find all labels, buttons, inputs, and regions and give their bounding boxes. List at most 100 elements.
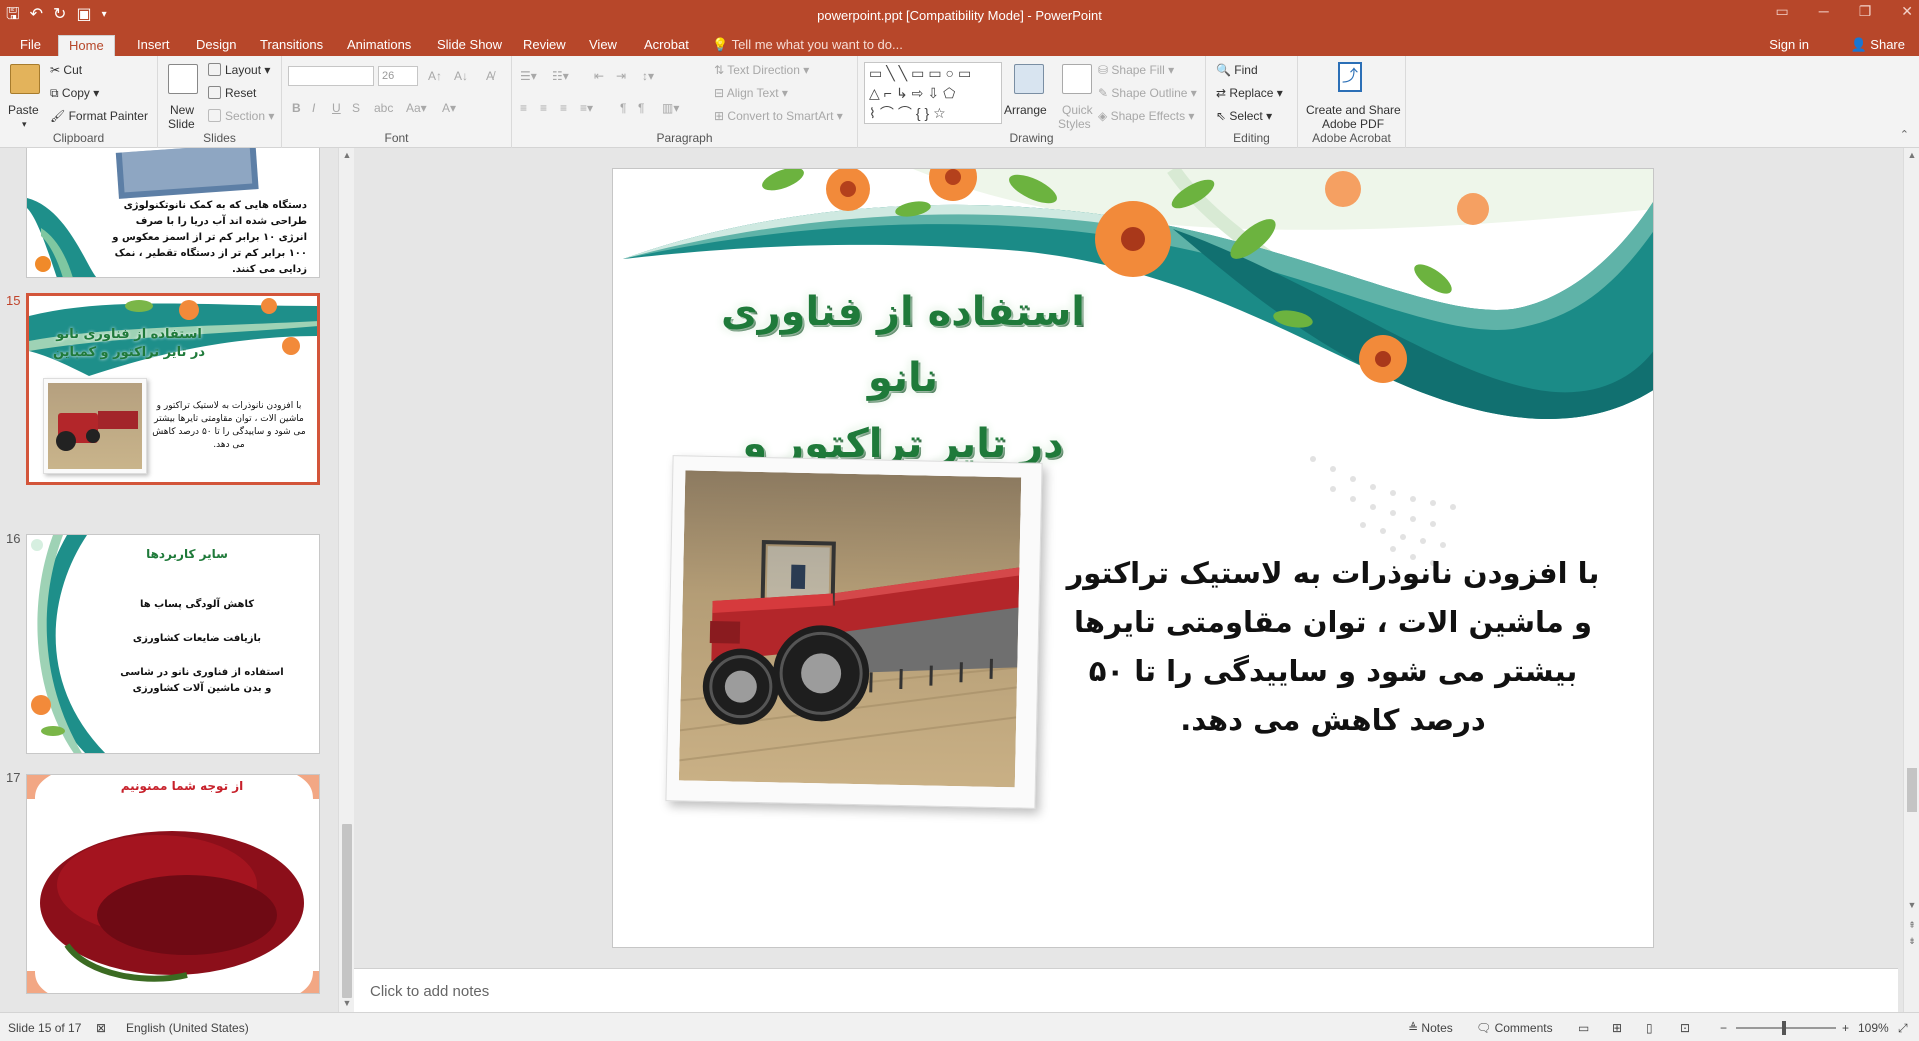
cut-button[interactable]: ✂ Cut — [50, 62, 82, 78]
tab-animations[interactable]: Animations — [337, 35, 421, 56]
thumbnails-scroll-thumb[interactable] — [342, 824, 352, 998]
slideshow-view-icon[interactable]: ⊡ — [1680, 1021, 1690, 1035]
slide-thumbnail-16[interactable]: سایر کاربردها کاهش آلودگی پساب ها بازیاف… — [26, 534, 320, 754]
section-icon — [208, 109, 221, 122]
comments-toggle[interactable]: 🗨 Comments — [1476, 1021, 1553, 1035]
text-direction-button[interactable]: ⇅ Text Direction ▾ — [714, 62, 809, 78]
bullets-icon[interactable]: ☰▾ — [520, 68, 537, 84]
copy-button[interactable]: ⧉ Copy ▾ — [50, 85, 99, 101]
grow-font-icon[interactable]: A↑ — [428, 68, 442, 84]
sign-in-link[interactable]: Sign in — [1769, 35, 1809, 54]
zoom-in-icon[interactable]: + — [1842, 1021, 1849, 1035]
paste-button[interactable]: Paste ▾ — [6, 62, 44, 130]
slide-thumbnail-17[interactable]: از توجه شما ممنونیم — [26, 774, 320, 994]
reading-view-icon[interactable]: ▯ — [1646, 1021, 1653, 1035]
fit-to-window-icon[interactable]: ⤢ — [1898, 1021, 1908, 1036]
numbering-icon[interactable]: ☷▾ — [552, 68, 569, 84]
new-slide-button[interactable]: New Slide — [164, 62, 200, 132]
select-button[interactable]: ⇖ Select ▾ — [1216, 108, 1272, 124]
slide-scrollbar[interactable]: ▲ ▼ ⇞ ⇟ — [1903, 148, 1919, 1012]
font-name-box[interactable] — [288, 66, 374, 86]
tab-design[interactable]: Design — [186, 35, 246, 56]
ltr-icon[interactable]: ¶ — [638, 100, 644, 116]
spelling-check-icon[interactable]: ⊠ — [96, 1021, 106, 1035]
shape-effects-button[interactable]: ◈ Shape Effects ▾ — [1098, 108, 1194, 124]
scroll-down-icon[interactable]: ▼ — [339, 998, 355, 1008]
slide-thumbnail-14[interactable]: دستگاه هایی که به کمک نانوتکنولوژی طراحی… — [26, 148, 320, 278]
shadow-button[interactable]: S — [352, 100, 360, 116]
clear-formatting-icon[interactable]: A̸ — [486, 68, 494, 84]
close-icon[interactable]: ✕ — [1901, 3, 1913, 20]
change-case-icon[interactable]: Aa▾ — [406, 100, 427, 116]
shrink-font-icon[interactable]: A↓ — [454, 68, 468, 84]
font-color-icon[interactable]: A▾ — [442, 100, 456, 116]
tab-review[interactable]: Review — [513, 35, 576, 56]
columns-icon[interactable]: ▥▾ — [662, 100, 679, 116]
slide-scroll-up-icon[interactable]: ▲ — [1904, 150, 1919, 160]
italic-button[interactable]: I — [312, 100, 315, 116]
section-button[interactable]: Section ▾ — [208, 108, 274, 124]
create-share-pdf-button[interactable]: ⤴ Create and Share Adobe PDF — [1298, 62, 1406, 132]
smartart-icon: ⊞ — [714, 109, 725, 123]
line-spacing-icon[interactable]: ↕▾ — [642, 68, 654, 84]
reset-button[interactable]: Reset — [208, 85, 256, 101]
tab-file[interactable]: File — [10, 35, 51, 56]
zoom-slider-thumb[interactable] — [1782, 1021, 1786, 1035]
decrease-indent-icon[interactable]: ⇤ — [594, 68, 604, 84]
zoom-out-icon[interactable]: − — [1720, 1021, 1727, 1035]
zoom-level[interactable]: 109% — [1858, 1021, 1889, 1035]
tab-home[interactable]: Home — [58, 35, 115, 56]
font-size-box[interactable]: 26 — [378, 66, 418, 86]
align-center-icon[interactable]: ≡ — [540, 100, 547, 116]
thumb15-title: استفاده از فناوری نانو در تایر تراکتور و… — [52, 327, 206, 360]
notes-pane[interactable]: Click to add notes — [354, 968, 1898, 1012]
find-button[interactable]: 🔍 Find — [1216, 62, 1258, 78]
tab-insert[interactable]: Insert — [127, 35, 180, 56]
rtl-icon[interactable]: ¶ — [620, 100, 626, 116]
underline-button[interactable]: U — [332, 100, 341, 116]
shape-outline-button[interactable]: ✎ Shape Outline ▾ — [1098, 85, 1197, 101]
collapse-ribbon-icon[interactable]: ⌃ — [1900, 128, 1909, 141]
notes-placeholder[interactable]: Click to add notes — [370, 983, 489, 1000]
slide-scroll-down-icon[interactable]: ▼ — [1904, 900, 1919, 910]
align-left-icon[interactable]: ≡ — [520, 100, 527, 116]
bold-button[interactable]: B — [292, 100, 301, 116]
layout-button[interactable]: Layout ▾ — [208, 62, 270, 78]
next-slide-icon[interactable]: ⇟ — [1904, 936, 1919, 947]
tab-acrobat[interactable]: Acrobat — [634, 35, 699, 56]
scroll-up-icon[interactable]: ▲ — [339, 150, 355, 160]
slide-sorter-icon[interactable]: ⊞ — [1612, 1021, 1622, 1035]
language-indicator[interactable]: English (United States) — [126, 1021, 249, 1035]
format-painter-button[interactable]: 🖌 Format Painter — [50, 108, 148, 124]
convert-smartart-button[interactable]: ⊞ Convert to SmartArt ▾ — [714, 108, 843, 124]
current-slide[interactable]: استفاده از فناوری نانو در تایر تراکتور و… — [612, 168, 1654, 948]
thumb16-title: سایر کاربردها — [146, 547, 228, 561]
slide-body-text[interactable]: با افزودن نانوذرات به لاستیک تراکتور و م… — [1053, 549, 1613, 745]
normal-view-icon[interactable]: ▭ — [1578, 1021, 1589, 1035]
replace-button[interactable]: ⇄ Replace ▾ — [1216, 85, 1283, 101]
slide-scroll-thumb[interactable] — [1907, 768, 1917, 812]
minimize-icon[interactable]: ─ — [1819, 3, 1829, 20]
ribbon-display-options-icon[interactable]: ▭ — [1776, 3, 1789, 20]
previous-slide-icon[interactable]: ⇞ — [1904, 920, 1919, 931]
zoom-slider[interactable] — [1736, 1021, 1836, 1035]
maximize-icon[interactable]: ❐ — [1859, 3, 1872, 20]
tell-me-search[interactable]: 💡 Tell me what you want to do... — [712, 35, 903, 54]
character-spacing-icon[interactable]: abc — [374, 100, 393, 116]
tab-transitions[interactable]: Transitions — [250, 35, 333, 56]
thumbnails-scrollbar[interactable]: ▲ ▼ — [338, 148, 354, 1012]
share-button[interactable]: 👤 Share — [1850, 35, 1905, 54]
quick-styles-button[interactable]: Quick Styles — [1056, 62, 1096, 132]
tractor-photo[interactable] — [665, 455, 1043, 809]
arrange-button[interactable]: Arrange — [1004, 62, 1054, 132]
justify-icon[interactable]: ≡▾ — [580, 100, 593, 116]
shapes-gallery[interactable]: ▭╲╲▭▭○▭ △⌐↳⇨⇩⬠ ⌇⌒⌒{}☆ — [864, 62, 1002, 124]
align-text-button[interactable]: ⊟ Align Text ▾ — [714, 85, 788, 101]
notes-toggle[interactable]: ≜ Notes — [1408, 1021, 1453, 1035]
shape-fill-button[interactable]: ⛁ Shape Fill ▾ — [1098, 62, 1174, 78]
tab-slide-show[interactable]: Slide Show — [427, 35, 512, 56]
align-right-icon[interactable]: ≡ — [560, 100, 567, 116]
tab-view[interactable]: View — [579, 35, 627, 56]
increase-indent-icon[interactable]: ⇥ — [616, 68, 626, 84]
slide-thumbnail-15[interactable]: استفاده از فناوری نانو در تایر تراکتور و… — [26, 293, 320, 485]
